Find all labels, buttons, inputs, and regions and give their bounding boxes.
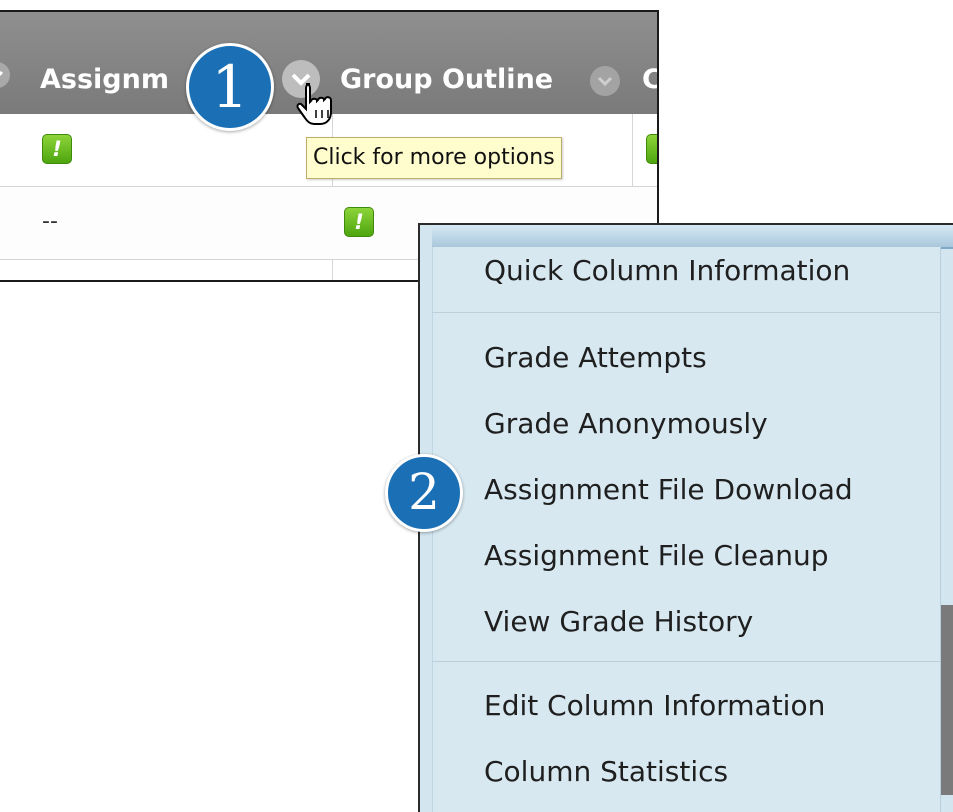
menu-item-quick-column-information[interactable]: Quick Column Information [484,245,933,297]
needs-grading-icon[interactable] [42,134,72,164]
menu-item-view-grade-history[interactable]: View Grade History [484,596,933,648]
menu-shadow-edge [941,605,953,795]
menu-separator [432,312,941,313]
column-header-group-outline[interactable]: Group Outline [340,62,553,98]
tooltip-more-options: Click for more options [306,137,562,179]
grade-cell-empty[interactable]: -- [42,209,58,234]
column-options-icon-group[interactable] [590,66,620,96]
menu-item-grade-attempts[interactable]: Grade Attempts [484,332,933,384]
hand-pointer-icon [296,83,332,125]
column-options-menu: Quick Column Information Grade Attempts … [418,223,953,812]
menu-separator [432,661,941,662]
menu-item-assignment-file-download[interactable]: Assignment File Download [484,464,933,516]
needs-grading-icon[interactable] [646,134,657,164]
menu-item-assignment-file-cleanup[interactable]: Assignment File Cleanup [484,530,933,582]
column-header-assignment[interactable]: Assignm [40,62,169,98]
menu-item-grade-anonymously[interactable]: Grade Anonymously [484,398,933,450]
column-header-next[interactable]: C [642,62,657,98]
step-badge-2: 2 [385,454,463,532]
menu-item-column-statistics[interactable]: Column Statistics [484,746,933,798]
needs-grading-icon[interactable] [344,207,374,237]
menu-item-edit-column-information[interactable]: Edit Column Information [484,680,933,732]
step-badge-1: 1 [186,43,274,131]
column-options-icon-prev[interactable] [0,62,10,88]
